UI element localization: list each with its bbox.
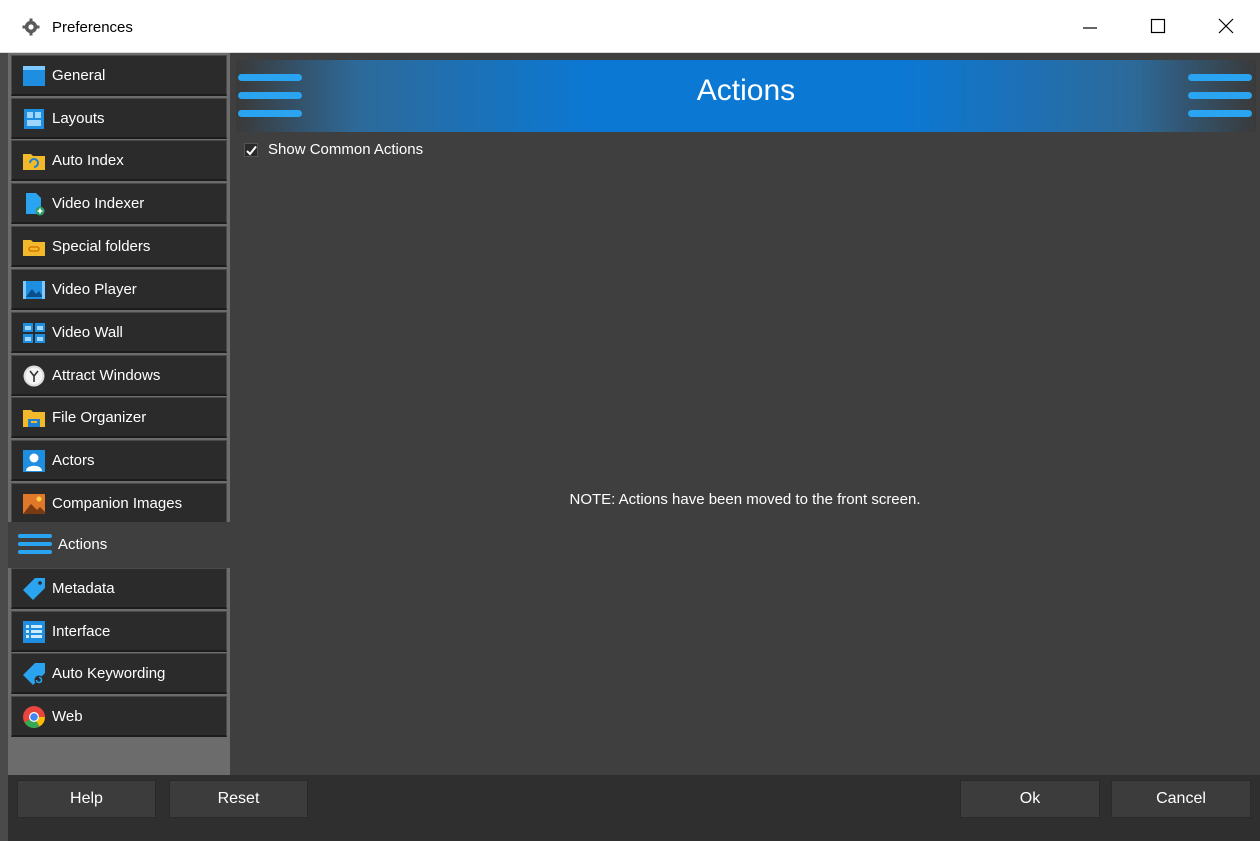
cancel-button[interactable]: Cancel <box>1111 780 1251 818</box>
sidebar-item-auto-index[interactable]: Auto Index <box>11 140 227 181</box>
sidebar-item-label: Web <box>52 708 83 725</box>
sidebar-item-label: Companion Images <box>52 495 183 512</box>
sidebar-item-label: General <box>52 67 106 84</box>
sidebar: General Layouts Auto Index Video Indexer… <box>8 53 230 775</box>
folder-link-icon <box>23 240 45 256</box>
actions-lines-icon <box>18 534 52 554</box>
close-icon <box>1218 18 1234 34</box>
note-text: NOTE: Actions have been moved to the fro… <box>569 491 921 508</box>
ok-button[interactable]: Ok <box>960 780 1100 818</box>
sidebar-item-label: Metadata <box>52 580 115 597</box>
interface-list-icon <box>23 621 45 643</box>
video-wall-icon <box>23 323 45 343</box>
maximize-button[interactable] <box>1130 0 1186 53</box>
sidebar-item-label: Actors <box>52 452 95 469</box>
checkbox-box[interactable] <box>244 143 258 157</box>
folder-sync-icon <box>23 154 45 170</box>
sidebar-item-actors[interactable]: Actors <box>11 440 227 481</box>
sidebar-item-special-folders[interactable]: Special folders <box>11 226 227 267</box>
tag-sync-icon <box>23 663 45 685</box>
actions-lines-icon <box>1188 74 1252 117</box>
main-panel: Actions Show Common Actions NOTE: Action… <box>230 53 1260 775</box>
minimize-button[interactable] <box>1062 0 1118 53</box>
sidebar-item-file-organizer[interactable]: File Organizer <box>11 397 227 438</box>
sidebar-item-label: Attract Windows <box>52 367 161 384</box>
sidebar-item-attract-windows[interactable]: Attract Windows <box>11 355 227 396</box>
sidebar-item-metadata[interactable]: Metadata <box>11 568 227 609</box>
person-icon <box>23 450 45 472</box>
sidebar-item-web[interactable]: Web <box>11 696 227 737</box>
tag-icon <box>23 578 45 600</box>
sidebar-item-label: Layouts <box>52 110 105 127</box>
clock-icon <box>23 365 45 387</box>
maximize-icon <box>1150 18 1166 34</box>
sidebar-item-label: Video Wall <box>52 324 123 341</box>
gear-icon <box>22 18 40 36</box>
sidebar-item-auto-keywording[interactable]: Auto Keywording <box>11 653 227 694</box>
window-icon <box>23 66 45 86</box>
help-button[interactable]: Help <box>17 780 156 818</box>
layout-icon <box>24 109 44 129</box>
sidebar-item-actions[interactable]: Actions <box>8 522 230 568</box>
sidebar-item-label: File Organizer <box>52 409 147 426</box>
folder-organizer-icon <box>23 410 45 427</box>
footer-bar: Help Reset Ok Cancel <box>8 775 1260 841</box>
sidebar-item-interface[interactable]: Interface <box>11 611 227 652</box>
title-bar: Preferences <box>0 0 1260 53</box>
page-header: Actions <box>236 60 1256 132</box>
close-button[interactable] <box>1198 0 1254 53</box>
sidebar-item-label: Actions <box>58 536 108 553</box>
video-player-icon <box>23 281 45 299</box>
checkbox-label: Show Common Actions <box>268 141 424 158</box>
browser-icon <box>23 706 45 728</box>
file-add-icon <box>26 193 45 216</box>
image-icon <box>23 494 45 514</box>
sidebar-item-label: Auto Keywording <box>52 665 166 682</box>
sidebar-item-label: Interface <box>52 623 111 640</box>
sidebar-item-label: Video Player <box>52 281 137 298</box>
window-edge <box>0 53 8 841</box>
sidebar-item-video-player[interactable]: Video Player <box>11 269 227 310</box>
sidebar-item-label: Auto Index <box>52 152 124 169</box>
sidebar-item-video-wall[interactable]: Video Wall <box>11 312 227 353</box>
sidebar-item-layouts[interactable]: Layouts <box>11 98 227 139</box>
sidebar-item-general[interactable]: General <box>11 55 227 96</box>
sidebar-item-label: Video Indexer <box>52 195 145 212</box>
checkmark-icon <box>246 145 257 156</box>
reset-button[interactable]: Reset <box>169 780 308 818</box>
sidebar-item-label: Special folders <box>52 238 151 255</box>
page-title: Actions <box>696 74 796 107</box>
sidebar-item-video-indexer[interactable]: Video Indexer <box>11 183 227 224</box>
window-title: Preferences <box>52 19 133 36</box>
sidebar-item-companion-images[interactable]: Companion Images <box>11 483 227 524</box>
minimize-icon <box>1083 27 1097 29</box>
